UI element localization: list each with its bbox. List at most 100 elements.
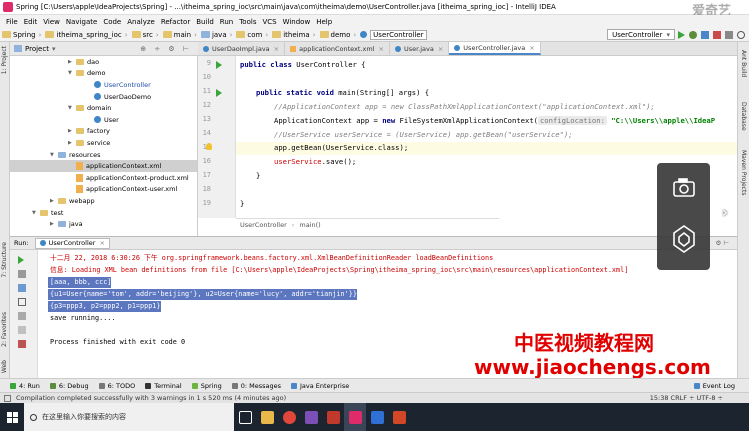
tree-item[interactable]: ▶ service [10,137,197,149]
close-icon[interactable]: × [99,239,104,247]
breadcrumb-module[interactable]: itheima_spring_ioc › [43,31,128,39]
breadcrumb-java[interactable]: java › [199,31,232,39]
close-icon[interactable]: × [438,45,443,53]
close-icon[interactable]: × [378,45,383,53]
project-panel-title[interactable]: Project [25,45,49,53]
stripe-ant-build[interactable]: Ant Build [740,50,747,77]
close-icon[interactable]: × [529,44,534,52]
stripe-favorites[interactable]: 2: Favorites [1,312,8,347]
close-icon[interactable]: × [274,45,279,53]
coverage-icon[interactable] [701,30,709,39]
taskbar-app-red[interactable] [322,403,344,431]
taskbar-explorer[interactable] [256,403,278,431]
menu-file[interactable]: File [6,18,18,26]
tool-tab-spring[interactable]: Spring [191,382,222,390]
panel-settings-icon[interactable]: ⊕ ÷ ⚙ ⊢ [140,45,192,53]
breadcrumb-demo[interactable]: demo › [318,31,356,39]
stop-icon[interactable] [713,30,721,39]
run-icon[interactable] [678,30,685,39]
restore-layout-icon[interactable] [18,284,26,292]
tool-tab-terminal[interactable]: Terminal [145,382,182,390]
panel-settings-icon[interactable]: ⚙ ⊢ [715,239,729,247]
menu-build[interactable]: Build [196,18,214,26]
code-breadcrumb-class[interactable]: UserController [240,221,287,229]
chevron-right-icon[interactable]: ▶ [50,198,58,204]
lightbulb-icon[interactable] [206,143,212,150]
menu-refactor[interactable]: Refactor [161,18,190,26]
taskbar-app-blue[interactable] [366,403,388,431]
status-position-encoding[interactable]: 15:38 CRLF ÷ UTF-8 ÷ [650,394,723,402]
tree-item[interactable]: ▼ demo [10,68,197,80]
tree-item[interactable]: ▶ factory [10,126,197,138]
tool-tab-java-enterprise[interactable]: Java Enterprise [291,382,349,390]
chevron-down-icon[interactable]: ▼ [68,70,76,76]
windows-start-button[interactable] [0,403,24,431]
taskbar-intellij[interactable] [344,403,366,431]
stripe-web[interactable]: Web [1,360,8,373]
menu-window[interactable]: Window [283,18,311,26]
shield-icon[interactable] [673,225,695,253]
tool-tab-debug[interactable]: 6: Debug [49,382,89,390]
taskbar-powerpoint[interactable] [388,403,410,431]
breadcrumb-main[interactable]: main › [161,31,197,39]
chevron-down-icon[interactable]: ▼ [32,210,40,216]
breadcrumb-com[interactable]: com › [234,31,268,39]
editor-tab[interactable]: applicationContext.xml × [285,42,390,55]
chevron-right-icon[interactable]: ▶ [68,128,76,134]
camera-icon[interactable] [18,298,26,306]
taskbar-search[interactable]: 在这里输入你要搜索的内容 [24,403,234,431]
tree-item[interactable]: applicationContext-product.xml [10,172,197,184]
chevron-right-icon[interactable]: ▶ [68,59,76,65]
print-icon[interactable] [18,326,26,334]
taskbar-chrome[interactable] [278,403,300,431]
stripe-maven[interactable]: Maven Projects [740,150,747,195]
menu-view[interactable]: View [43,18,60,26]
debug-icon[interactable] [689,30,697,39]
stripe-structure[interactable]: 7: Structure [1,242,8,278]
tree-item[interactable]: ▶ java [10,218,197,230]
chevron-down-icon[interactable]: ▼ [68,105,76,111]
tool-windows-icon[interactable] [4,394,11,402]
run-gutter-icon[interactable] [216,61,222,69]
chevron-right-icon[interactable]: ▶ [50,221,58,227]
tree-item[interactable]: ▶ dao [10,56,197,68]
tool-tab-messages[interactable]: 0: Messages [231,382,281,390]
menu-run[interactable]: Run [220,18,233,26]
project-structure-icon[interactable] [725,30,733,39]
tool-tab-run[interactable]: 4: Run [10,382,40,390]
camera-icon[interactable] [673,178,695,197]
breadcrumb-src[interactable]: src › [130,31,159,39]
tree-item[interactable]: User [10,114,197,126]
tree-item[interactable]: ▶ webapp [10,195,197,207]
breadcrumb-spring[interactable]: Spring › [0,31,41,39]
menu-tools[interactable]: Tools [239,18,256,26]
menu-help[interactable]: Help [316,18,332,26]
search-icon[interactable] [737,30,745,39]
event-log-button[interactable]: Event Log [693,382,735,390]
chevron-down-icon[interactable]: ▾ [52,45,56,53]
soft-wrap-icon[interactable] [18,312,26,320]
chevron-down-icon[interactable]: ▼ [50,152,58,158]
menu-code[interactable]: Code [103,18,121,26]
tree-item[interactable]: applicationContext-user.xml [10,184,197,196]
run-configuration-select[interactable]: UserController ▾ [607,29,675,40]
editor-tab[interactable]: UserDaoImpl.java × [198,42,286,55]
tree-item[interactable]: ▼ domain [10,102,197,114]
chevron-right-icon[interactable]: › [722,205,728,221]
rerun-icon[interactable] [18,256,24,264]
menu-edit[interactable]: Edit [24,18,38,26]
menu-vcs[interactable]: VCS [262,18,276,26]
tree-item[interactable]: applicationContext.xml [10,160,197,172]
breadcrumb-class[interactable]: UserController [358,29,427,40]
menu-analyze[interactable]: Analyze [127,18,155,26]
editor-tab[interactable]: UserController.java × [449,42,541,55]
chevron-right-icon[interactable]: ▶ [68,140,76,146]
menu-navigate[interactable]: Navigate [66,18,97,26]
tree-item[interactable]: ▼ test [10,207,197,219]
stripe-project[interactable]: 1: Project [1,46,8,74]
taskbar-task-view[interactable] [234,403,256,431]
code-breadcrumb-method[interactable]: main() [299,221,320,229]
tool-tab-todo[interactable]: 6: TODO [98,382,135,390]
tree-item[interactable]: ▼ resources [10,149,197,161]
run-tab-usercontroller[interactable]: UserController × [34,237,110,249]
